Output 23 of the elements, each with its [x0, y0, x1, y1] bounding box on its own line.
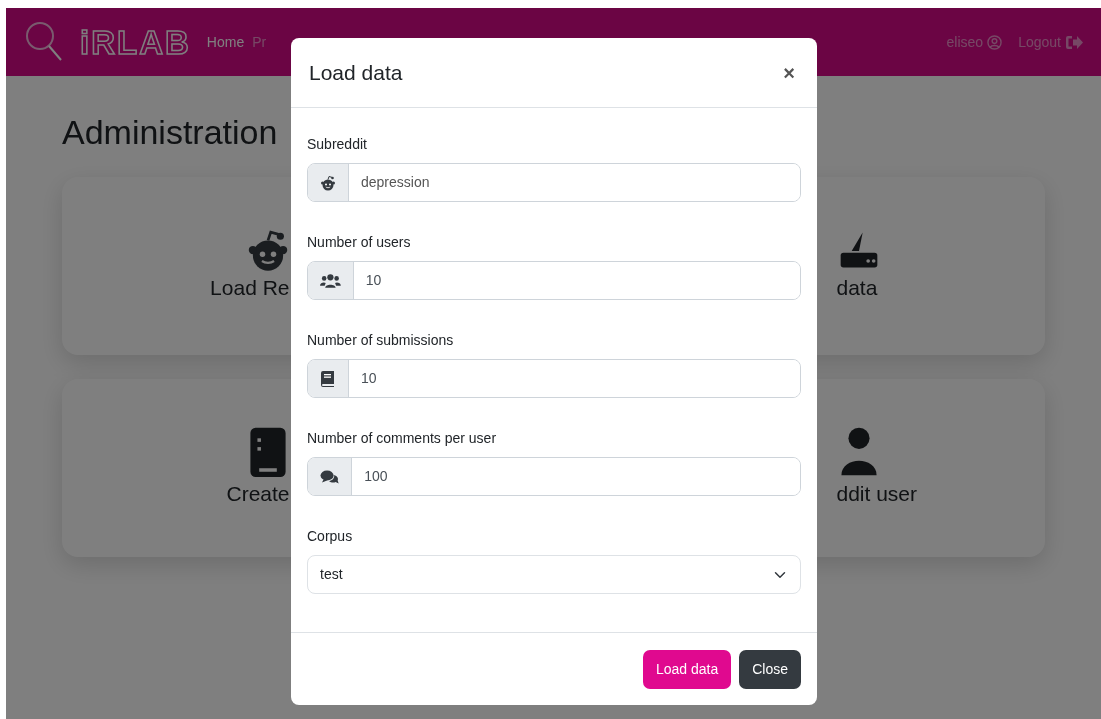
users-icon: [320, 272, 341, 289]
card-label: Load Re: [210, 275, 290, 302]
page-title: Administration: [62, 112, 278, 153]
card-label: data: [836, 275, 878, 302]
card-label: Create: [226, 481, 290, 508]
book-icon: [320, 370, 336, 387]
field-label: Number of users: [307, 233, 411, 252]
field-label: Number of comments per user: [307, 429, 497, 448]
reddit-alien-icon: [320, 174, 336, 191]
field-label: Subreddit: [307, 135, 367, 154]
load-data-button[interactable]: Load data: [642, 649, 732, 689]
card-label: ddit user: [836, 481, 918, 508]
input-field[interactable]: 100: [307, 457, 801, 496]
input-field[interactable]: depression: [307, 163, 801, 202]
field-label: Number of submissions: [307, 331, 454, 350]
close-button[interactable]: Close: [739, 649, 801, 689]
input-field[interactable]: 10: [307, 359, 801, 398]
modal-title: Load data: [309, 59, 403, 86]
input-field[interactable]: 10: [307, 261, 801, 300]
field-label: Corpus: [307, 527, 353, 546]
comments-icon: [320, 468, 340, 485]
corpus-select[interactable]: test: [307, 555, 801, 594]
close-button[interactable]: ×: [779, 62, 799, 83]
